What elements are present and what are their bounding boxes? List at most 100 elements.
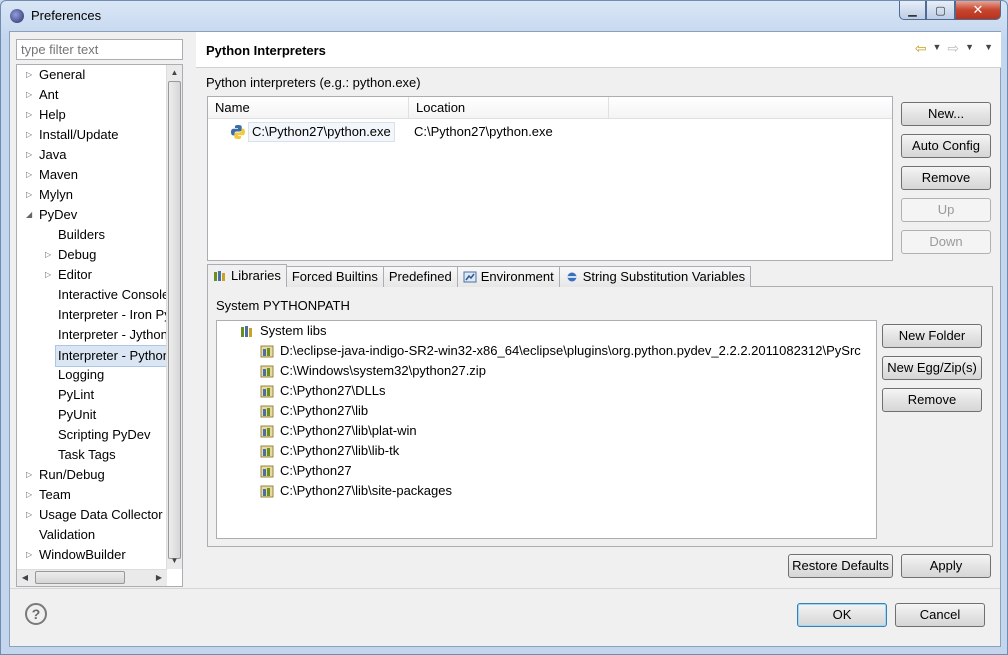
tab-libraries[interactable]: Libraries <box>207 264 287 287</box>
tree-vertical-scrollbar[interactable]: ▲ ▼ <box>166 65 182 569</box>
lib-entry[interactable]: C:\Python27 <box>260 461 352 481</box>
expand-triangle-icon[interactable]: ▷ <box>26 505 36 525</box>
tree-item[interactable]: ▷ Editor <box>17 265 167 285</box>
lib-entry[interactable]: D:\eclipse-java-indigo-SR2-win32-x86_64\… <box>260 341 861 361</box>
tree-item[interactable]: PyUnit <box>17 405 167 425</box>
interpreters-label: Python interpreters (e.g.: python.exe) <box>206 75 421 90</box>
scroll-right-arrow-icon[interactable]: ▶ <box>151 570 167 586</box>
collapse-triangle-icon[interactable]: ◢ <box>26 205 36 225</box>
tree-item[interactable]: PyLint <box>17 385 167 405</box>
forward-dropdown-icon[interactable]: ▼ <box>965 42 974 54</box>
lib-path: D:\eclipse-java-indigo-SR2-win32-x86_64\… <box>280 343 861 358</box>
preferences-window: Preferences ▁ ▢ ✕ ▷WindowBuilder Validati… <box>0 0 1008 655</box>
remove-interpreter-button[interactable]: Remove <box>901 166 991 190</box>
tree-item-label: Builders <box>58 227 105 242</box>
remove-lib-button[interactable]: Remove <box>882 388 982 412</box>
tree-item[interactable]: Interpreter - Iron Python <box>17 305 182 325</box>
tree-item[interactable]: Logging <box>17 365 167 385</box>
tree-item[interactable]: ▷ Run/Debug <box>17 465 167 485</box>
back-dropdown-icon[interactable]: ▼ <box>933 42 942 54</box>
minimize-button[interactable]: ▁ <box>899 1 926 20</box>
expand-triangle-icon[interactable]: ▷ <box>45 265 55 285</box>
lib-entry[interactable]: C:\Python27\lib <box>260 401 368 421</box>
down-button[interactable]: Down <box>901 230 991 254</box>
tab-forced-builtins[interactable]: Forced Builtins <box>285 266 384 287</box>
tree-item[interactable]: ▷ Debug <box>17 245 167 265</box>
cancel-button[interactable]: Cancel <box>895 603 985 627</box>
tree-item[interactable]: ▷ Ant <box>17 85 167 105</box>
expand-triangle-icon[interactable]: ▷ <box>26 65 36 85</box>
ok-button[interactable]: OK <box>797 603 887 627</box>
column-location[interactable]: Location <box>409 97 609 119</box>
system-libs-node[interactable]: System libs <box>241 321 327 341</box>
expand-triangle-icon[interactable]: ▷ <box>26 145 36 165</box>
tree-item[interactable]: ▷ Install/Update <box>17 125 167 145</box>
apply-button[interactable]: Apply <box>901 554 991 578</box>
pane-sash[interactable] <box>191 32 196 588</box>
help-icon[interactable]: ? <box>25 603 47 625</box>
forward-arrow-icon[interactable]: ⇨ <box>947 41 959 55</box>
tree-item[interactable]: Interpreter - Jython <box>17 325 168 345</box>
scroll-left-arrow-icon[interactable]: ◀ <box>17 570 33 586</box>
expand-triangle-icon[interactable]: ▷ <box>26 85 36 105</box>
expand-triangle-icon[interactable]: ▷ <box>26 185 36 205</box>
expand-triangle-icon[interactable]: ▷ <box>45 245 55 265</box>
maximize-button[interactable]: ▢ <box>926 1 955 20</box>
lib-entry[interactable]: C:\Python27\lib\site-packages <box>260 481 452 501</box>
scroll-down-arrow-icon[interactable]: ▼ <box>167 553 182 569</box>
auto-config-button[interactable]: Auto Config <box>901 134 991 158</box>
tree-item[interactable]: ▷ General <box>17 65 167 85</box>
tree-item-label: Validation <box>39 527 96 542</box>
jar-folder-icon <box>260 465 274 478</box>
expand-triangle-icon[interactable]: ▷ <box>26 105 36 125</box>
tree-item[interactable]: Task Tags <box>17 445 167 465</box>
tree-item[interactable]: Interactive Console <box>17 285 169 305</box>
scroll-thumb[interactable] <box>168 81 181 559</box>
page-header: Python Interpreters ⇦ ▼ ⇨ ▼ ▼ <box>196 32 1001 68</box>
tree-item[interactable]: Scripting PyDev <box>17 425 167 445</box>
filter-input[interactable] <box>16 39 183 60</box>
expand-triangle-icon[interactable]: ▷ <box>26 125 36 145</box>
tab-predefined[interactable]: Predefined <box>382 266 458 287</box>
lib-path: C:\Python27 <box>280 463 352 478</box>
jar-folder-icon <box>260 405 274 418</box>
title-bar[interactable]: Preferences ▁ ▢ ✕ <box>1 1 1007 31</box>
system-libs-label: System libs <box>260 323 327 338</box>
tree-item[interactable]: ▷ Java <box>17 145 167 165</box>
tree-item[interactable]: Interpreter - Python <box>17 345 173 367</box>
tree-item[interactable]: Validation <box>17 525 167 545</box>
expand-triangle-icon[interactable]: ▷ <box>26 545 36 565</box>
tree-item[interactable]: ◢ PyDev <box>17 205 167 225</box>
tree-item[interactable]: ▷ WindowBuilder <box>17 545 167 565</box>
tree-item[interactable]: ▷ Usage Data Collector <box>17 505 167 525</box>
tree-horizontal-scrollbar[interactable]: ◀ ▶ <box>17 569 167 586</box>
tab-environment[interactable]: Environment <box>456 266 560 287</box>
new-interpreter-button[interactable]: New... <box>901 102 991 126</box>
tree-item[interactable]: Builders <box>17 225 167 245</box>
lib-entry[interactable]: C:\Python27\lib\lib-tk <box>260 441 399 461</box>
expand-triangle-icon[interactable]: ▷ <box>26 465 36 485</box>
lib-entry[interactable]: C:\Windows\system32\python27.zip <box>260 361 486 381</box>
restore-defaults-button[interactable]: Restore Defaults <box>788 554 893 578</box>
back-arrow-icon[interactable]: ⇦ <box>915 41 927 55</box>
lib-entry[interactable]: C:\Python27\lib\plat-win <box>260 421 417 441</box>
column-name[interactable]: Name <box>208 97 409 119</box>
tree-item[interactable]: ▷ Maven <box>17 165 167 185</box>
new-folder-button[interactable]: New Folder <box>882 324 982 348</box>
tree-item[interactable]: ▷ Mylyn <box>17 185 167 205</box>
expand-triangle-icon[interactable]: ▷ <box>26 485 36 505</box>
new-egg-zip-button[interactable]: New Egg/Zip(s) <box>882 356 982 380</box>
scroll-up-arrow-icon[interactable]: ▲ <box>167 65 182 81</box>
close-button[interactable]: ✕ <box>955 1 1001 20</box>
tab-string-substitution[interactable]: String Substitution Variables <box>558 266 752 287</box>
tree-item[interactable]: ▷ Help <box>17 105 167 125</box>
lib-entry[interactable]: C:\Python27\DLLs <box>260 381 386 401</box>
system-pythonpath-label: System PYTHONPATH <box>216 298 350 313</box>
view-menu-icon[interactable]: ▼ <box>984 42 993 54</box>
hscroll-thumb[interactable] <box>35 571 125 584</box>
expand-triangle-icon[interactable]: ▷ <box>26 165 36 185</box>
table-row[interactable]: C:\Python27\python.exe C:\Python27\pytho… <box>208 121 892 143</box>
up-button[interactable]: Up <box>901 198 991 222</box>
tree-item[interactable]: ▷ Team <box>17 485 167 505</box>
table-header: Name Location <box>208 97 892 119</box>
